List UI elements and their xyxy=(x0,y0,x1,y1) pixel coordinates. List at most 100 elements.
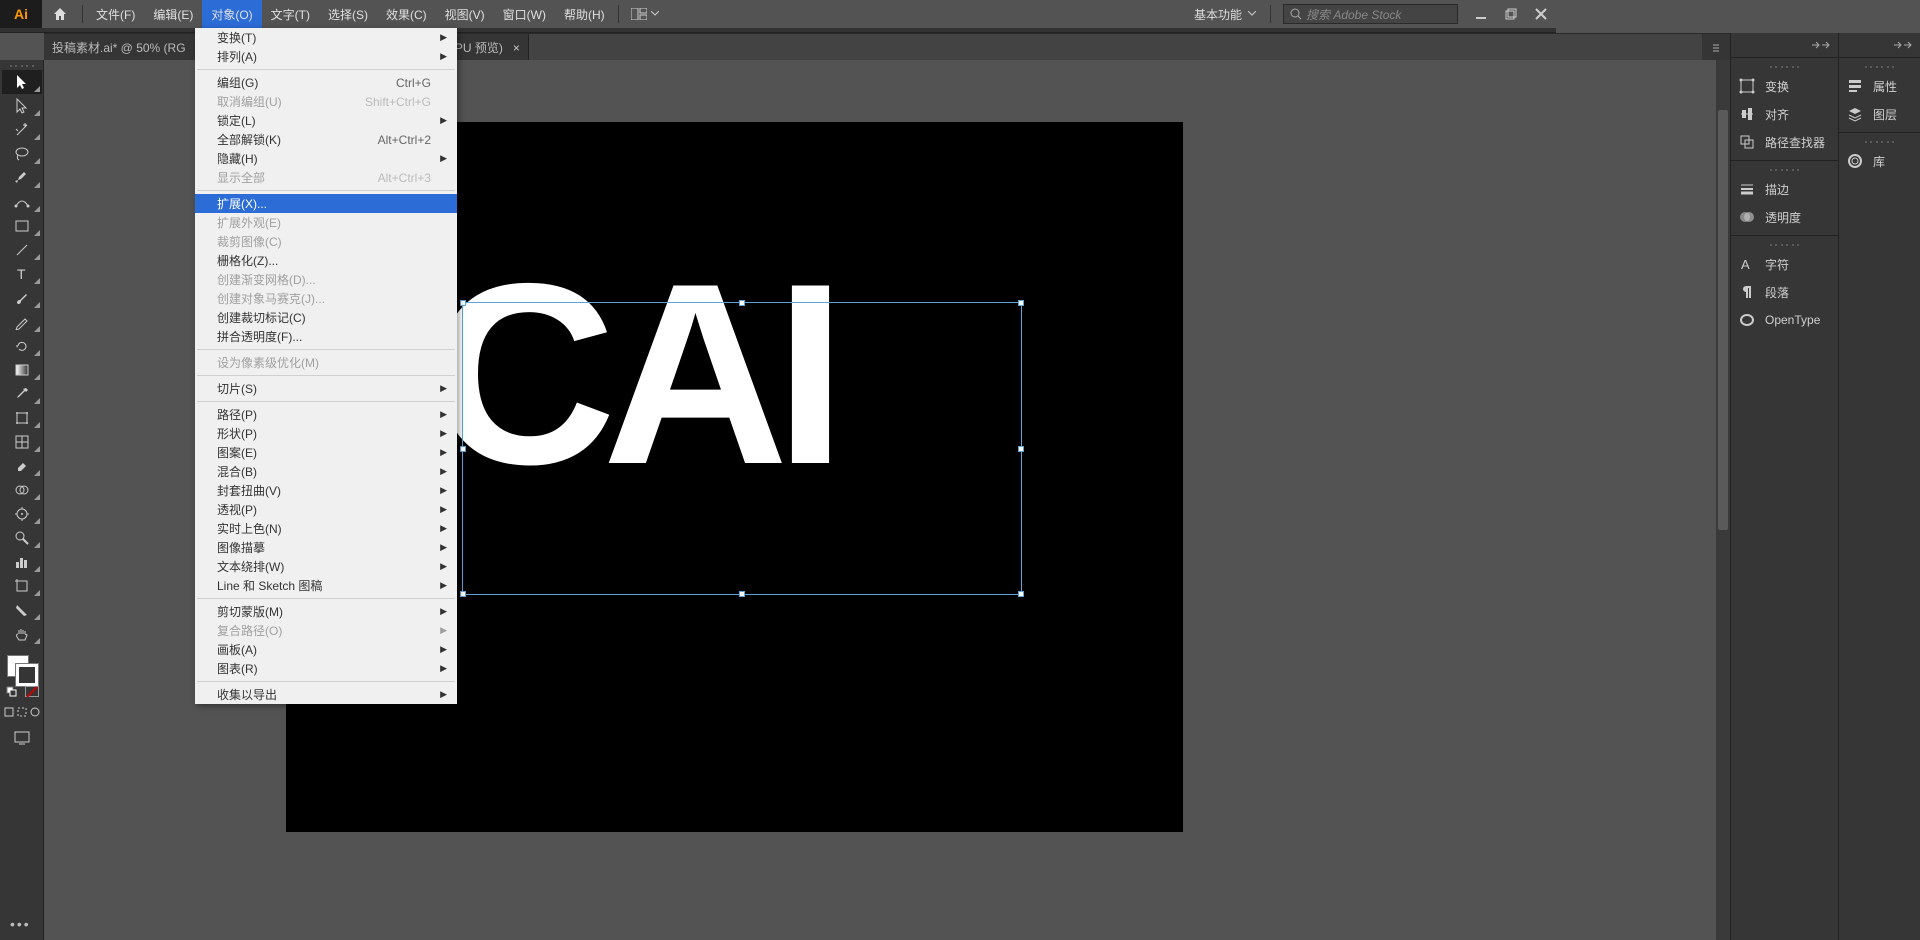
panel-paragraph[interactable]: 段落 xyxy=(1731,278,1838,306)
menu-item[interactable]: 创建裁切标记(C) xyxy=(195,308,457,327)
panel-transparency[interactable]: 透明度 xyxy=(1731,203,1838,231)
home-button[interactable] xyxy=(42,0,78,28)
menu-item[interactable]: 锁定(L)▶ xyxy=(195,111,457,130)
character-icon: A xyxy=(1739,256,1755,272)
pen-tool[interactable] xyxy=(2,166,42,190)
menu-item[interactable]: 切片(S)▶ xyxy=(195,379,457,398)
menu-item[interactable]: 全部解锁(K)Alt+Ctrl+2 xyxy=(195,130,457,149)
menu-item[interactable]: 形状(P)▶ xyxy=(195,424,457,443)
selection-tool[interactable] xyxy=(2,70,42,94)
menu-item[interactable]: 路径(P)▶ xyxy=(195,405,457,424)
free-transform-tool[interactable] xyxy=(2,406,42,430)
line-tool[interactable] xyxy=(2,238,42,262)
slice-tool[interactable] xyxy=(2,598,42,622)
search-input[interactable]: 搜索 Adobe Stock xyxy=(1283,4,1458,24)
screen-mode[interactable] xyxy=(2,726,42,750)
transparency-icon xyxy=(1739,209,1755,225)
edit-toolbar[interactable]: ••• xyxy=(10,916,31,932)
menu-item[interactable]: 拼合透明度(F)... xyxy=(195,327,457,346)
tab-title-left: 投稿素材.ai* @ 50% (RG xyxy=(52,39,186,56)
panel-layers[interactable]: 图层 xyxy=(1839,100,1920,128)
menu-item[interactable]: 混合(B)▶ xyxy=(195,462,457,481)
panel-align[interactable]: 对齐 xyxy=(1731,100,1838,128)
magic-wand-tool[interactable] xyxy=(2,118,42,142)
column-graph-tool[interactable] xyxy=(2,550,42,574)
symbol-sprayer-tool[interactable] xyxy=(2,502,42,526)
no-stroke[interactable] xyxy=(22,684,42,698)
selection-bounding-box[interactable] xyxy=(462,302,1022,595)
menu-item[interactable]: 画板(A)▶ xyxy=(195,640,457,659)
hand-tool[interactable] xyxy=(2,622,42,646)
menu-编辑[interactable]: 编辑(E) xyxy=(144,0,202,28)
menu-item[interactable]: 栅格化(Z)... xyxy=(195,251,457,270)
vertical-scrollbar[interactable] xyxy=(1716,60,1730,940)
menu-视图[interactable]: 视图(V) xyxy=(436,0,494,28)
curvature-tool[interactable] xyxy=(2,190,42,214)
collapse-dock-a[interactable] xyxy=(1731,33,1838,57)
panel-label: 描边 xyxy=(1765,181,1830,198)
panel-label: 图层 xyxy=(1873,106,1912,123)
panel-label: 属性 xyxy=(1873,78,1912,95)
menu-item[interactable]: 透视(P)▶ xyxy=(195,500,457,519)
panel-properties[interactable]: 属性 xyxy=(1839,72,1920,100)
panel-transform[interactable]: 变换 xyxy=(1731,72,1838,100)
panel-stroke[interactable]: 描边 xyxy=(1731,175,1838,203)
panel-pathfinder[interactable]: 路径查找器 xyxy=(1731,128,1838,156)
menu-item[interactable]: 文本绕排(W)▶ xyxy=(195,557,457,576)
close-tab-icon[interactable]: × xyxy=(513,41,520,55)
zoom-tool[interactable] xyxy=(2,526,42,550)
rectangle-tool[interactable] xyxy=(2,214,42,238)
fill-stroke-swatch[interactable] xyxy=(2,650,42,684)
panel-libraries[interactable]: 库 xyxy=(1839,147,1920,175)
menu-item[interactable]: 排列(A)▶ xyxy=(195,47,457,66)
collapse-dock-b[interactable] xyxy=(1839,33,1920,57)
pathfinder-icon xyxy=(1739,134,1755,150)
tab-overflow[interactable] xyxy=(1702,34,1730,61)
menu-item[interactable]: 扩展(X)... xyxy=(195,194,457,213)
menu-item[interactable]: 图案(E)▶ xyxy=(195,443,457,462)
menu-item[interactable]: 实时上色(N)▶ xyxy=(195,519,457,538)
menu-文字[interactable]: 文字(T) xyxy=(262,0,319,28)
search-placeholder: 搜索 Adobe Stock xyxy=(1306,6,1401,23)
direct-selection-tool[interactable] xyxy=(2,94,42,118)
menu-选择[interactable]: 选择(S) xyxy=(319,0,377,28)
menu-item[interactable]: 剪切蒙版(M)▶ xyxy=(195,602,457,621)
draw-mode[interactable] xyxy=(2,704,42,720)
menu-item[interactable]: 隐藏(H)▶ xyxy=(195,149,457,168)
default-fill-stroke[interactable] xyxy=(2,684,22,698)
layers-icon xyxy=(1847,106,1863,122)
rotate-tool[interactable] xyxy=(2,334,42,358)
menu-item[interactable]: 图像描摹▶ xyxy=(195,538,457,557)
menu-效果[interactable]: 效果(C) xyxy=(377,0,436,28)
shape-builder-tool[interactable] xyxy=(2,478,42,502)
stroke-icon xyxy=(1739,181,1755,197)
arrange-documents[interactable] xyxy=(623,8,667,20)
panel-character[interactable]: A字符 xyxy=(1731,250,1838,278)
lasso-tool[interactable] xyxy=(2,142,42,166)
chevron-down-icon xyxy=(651,11,659,17)
menu-item[interactable]: 编组(G)Ctrl+G xyxy=(195,73,457,92)
menu-item[interactable]: Line 和 Sketch 图稿▶ xyxy=(195,576,457,595)
menu-item: 创建对象马赛克(J)... xyxy=(195,289,457,308)
menu-item[interactable]: 收集以导出▶ xyxy=(195,685,457,704)
workspace-switcher[interactable]: 基本功能 xyxy=(1184,6,1266,23)
eyedropper-tool[interactable] xyxy=(2,382,42,406)
eraser-tool[interactable] xyxy=(2,454,42,478)
menu-item[interactable]: 图表(R)▶ xyxy=(195,659,457,678)
panel-opentype[interactable]: OpenType xyxy=(1731,306,1838,334)
type-tool[interactable]: T xyxy=(2,262,42,286)
menu-文件[interactable]: 文件(F) xyxy=(87,0,144,28)
restore-button[interactable] xyxy=(1496,0,1526,28)
menu-帮助[interactable]: 帮助(H) xyxy=(555,0,614,28)
minimize-button[interactable] xyxy=(1466,0,1496,28)
paintbrush-tool[interactable] xyxy=(2,286,42,310)
menu-item[interactable]: 变换(T)▶ xyxy=(195,28,457,47)
close-button[interactable] xyxy=(1526,0,1556,28)
menu-对象[interactable]: 对象(O) xyxy=(202,0,261,28)
menu-窗口[interactable]: 窗口(W) xyxy=(494,0,555,28)
gradient-tool[interactable] xyxy=(2,358,42,382)
pencil-tool[interactable] xyxy=(2,310,42,334)
mesh-tool[interactable] xyxy=(2,430,42,454)
menu-item[interactable]: 封套扭曲(V)▶ xyxy=(195,481,457,500)
artboard-tool[interactable] xyxy=(2,574,42,598)
